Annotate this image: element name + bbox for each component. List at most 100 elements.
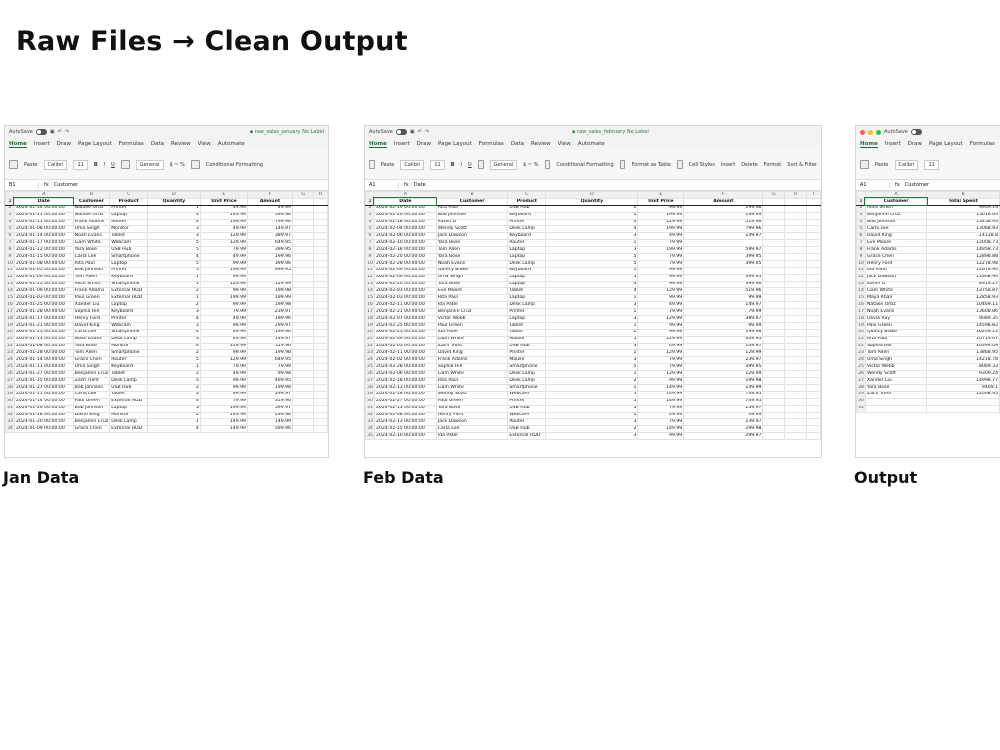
- empty-cell[interactable]: [806, 301, 821, 310]
- cell[interactable]: 49.99: [199, 315, 248, 323]
- cell[interactable]: Carla Lee: [72, 253, 111, 261]
- cell[interactable]: 2024-02-21 00:00:00: [373, 308, 437, 317]
- row-number[interactable]: 33: [365, 418, 375, 427]
- column-header[interactable]: E: [637, 191, 685, 199]
- cell[interactable]: 2024-02-27 00:00:00: [373, 397, 437, 406]
- cell[interactable]: Printer: [507, 218, 547, 227]
- cell[interactable]: 99.99: [637, 280, 685, 289]
- cell[interactable]: Tablet: [507, 328, 547, 337]
- empty-cell[interactable]: [291, 335, 315, 344]
- column-header[interactable]: A: [864, 191, 928, 199]
- cell[interactable]: 1: [545, 321, 639, 330]
- cell[interactable]: 99.99: [199, 349, 248, 358]
- row-number[interactable]: 13: [856, 280, 866, 289]
- tab-page-layout[interactable]: Page Layout: [929, 141, 963, 147]
- cell[interactable]: 149.99: [683, 383, 764, 392]
- empty-cell[interactable]: [291, 204, 315, 213]
- row-number[interactable]: 2: [5, 204, 15, 213]
- cell[interactable]: 10209.12: [926, 328, 1000, 337]
- cell[interactable]: Noah Evans: [72, 232, 111, 241]
- empty-cell[interactable]: [784, 308, 808, 317]
- cell[interactable]: Zach Trent: [864, 390, 928, 399]
- row-number[interactable]: 35: [365, 432, 375, 441]
- corner-cell[interactable]: [365, 191, 375, 199]
- cell[interactable]: USB Hub: [507, 404, 547, 413]
- cell[interactable]: Webcam: [109, 239, 149, 248]
- cell[interactable]: Tom Allen: [72, 349, 111, 358]
- empty-cell[interactable]: [784, 349, 808, 358]
- row-number[interactable]: 32: [365, 411, 375, 420]
- cell[interactable]: 199.99: [637, 211, 685, 220]
- cell[interactable]: 49.99: [199, 370, 248, 379]
- row-number[interactable]: 27: [856, 377, 866, 385]
- empty-cell[interactable]: [784, 204, 808, 213]
- cell[interactable]: 49.99: [637, 301, 685, 310]
- cell[interactable]: 149.97: [246, 225, 293, 234]
- empty-cell[interactable]: [806, 239, 821, 248]
- maximize-icon[interactable]: [876, 129, 881, 135]
- cell[interactable]: 1: [545, 370, 639, 379]
- cell[interactable]: 199.99: [199, 218, 248, 227]
- column-header[interactable]: E: [199, 191, 248, 199]
- cell[interactable]: 5: [147, 356, 201, 365]
- empty-cell[interactable]: [806, 225, 821, 234]
- empty-cell[interactable]: [806, 308, 821, 317]
- cell[interactable]: 14998.77: [926, 377, 1000, 385]
- cell[interactable]: 4: [545, 225, 639, 234]
- cell-styles-button[interactable]: Cell Styles: [689, 162, 715, 168]
- cell[interactable]: 79.99: [637, 418, 685, 427]
- cell[interactable]: 2024-01-27 00:00:00: [13, 383, 74, 392]
- cell[interactable]: Wendy Scott: [864, 370, 928, 379]
- empty-cell[interactable]: [291, 211, 315, 220]
- cell[interactable]: 399.96: [246, 259, 293, 268]
- cell[interactable]: Liam White: [435, 335, 509, 344]
- tab-data[interactable]: Data: [151, 141, 164, 147]
- empty-cell[interactable]: [313, 315, 328, 323]
- empty-cell[interactable]: [291, 239, 315, 248]
- row-number[interactable]: 10: [856, 259, 866, 268]
- cell[interactable]: 49.99: [199, 225, 248, 234]
- italic-button[interactable]: I: [461, 162, 462, 168]
- row-number[interactable]: 14: [365, 287, 375, 296]
- column-title[interactable]: Product: [109, 197, 149, 206]
- empty-cell[interactable]: [313, 253, 328, 261]
- empty-cell[interactable]: [313, 280, 328, 289]
- cell[interactable]: 2024-01-14 00:00:00: [13, 356, 74, 365]
- cell[interactable]: 799.96: [683, 225, 764, 234]
- cell[interactable]: 99.98: [246, 370, 293, 379]
- row-number[interactable]: 30: [856, 397, 866, 406]
- cell[interactable]: Carla Lee: [864, 225, 928, 234]
- cell[interactable]: 2: [147, 411, 201, 420]
- column-header[interactable]: F: [683, 191, 764, 199]
- cell[interactable]: 99.99: [199, 273, 248, 282]
- empty-cell[interactable]: [291, 425, 315, 434]
- cell[interactable]: 49.99: [199, 253, 248, 261]
- empty-cell[interactable]: [762, 370, 786, 379]
- row-number[interactable]: 14: [856, 287, 866, 296]
- cell[interactable]: 1: [545, 308, 639, 317]
- empty-cell[interactable]: [762, 418, 786, 427]
- conditional-formatting-button[interactable]: Conditional Formatting: [556, 162, 613, 168]
- empty-cell[interactable]: [784, 363, 808, 372]
- cell[interactable]: 599.96: [246, 425, 293, 434]
- cell[interactable]: 3: [545, 301, 639, 310]
- empty-cell[interactable]: [784, 356, 808, 365]
- empty-cell[interactable]: [291, 225, 315, 234]
- cell[interactable]: 2024-02-06 00:00:00: [373, 273, 437, 282]
- cell[interactable]: [683, 239, 764, 248]
- cell[interactable]: Frank Adams: [864, 246, 928, 255]
- cell[interactable]: Henry Ford: [864, 259, 928, 268]
- cell[interactable]: 2024-02-11 00:00:00: [373, 349, 437, 358]
- empty-cell[interactable]: [806, 211, 821, 220]
- empty-cell[interactable]: [313, 363, 328, 372]
- cell[interactable]: 4: [545, 218, 639, 227]
- cell[interactable]: 2024-01-28 00:00:00: [13, 411, 74, 420]
- row-number[interactable]: 14: [5, 287, 15, 296]
- cell[interactable]: 79.99: [246, 363, 293, 372]
- cell[interactable]: Alice Smith: [72, 280, 111, 289]
- cell[interactable]: Mouse: [507, 335, 547, 344]
- redo-icon[interactable]: ↷: [65, 129, 69, 135]
- bold-button[interactable]: B: [94, 162, 98, 168]
- empty-cell[interactable]: [762, 280, 786, 289]
- cell[interactable]: Bob Johnson: [435, 211, 509, 220]
